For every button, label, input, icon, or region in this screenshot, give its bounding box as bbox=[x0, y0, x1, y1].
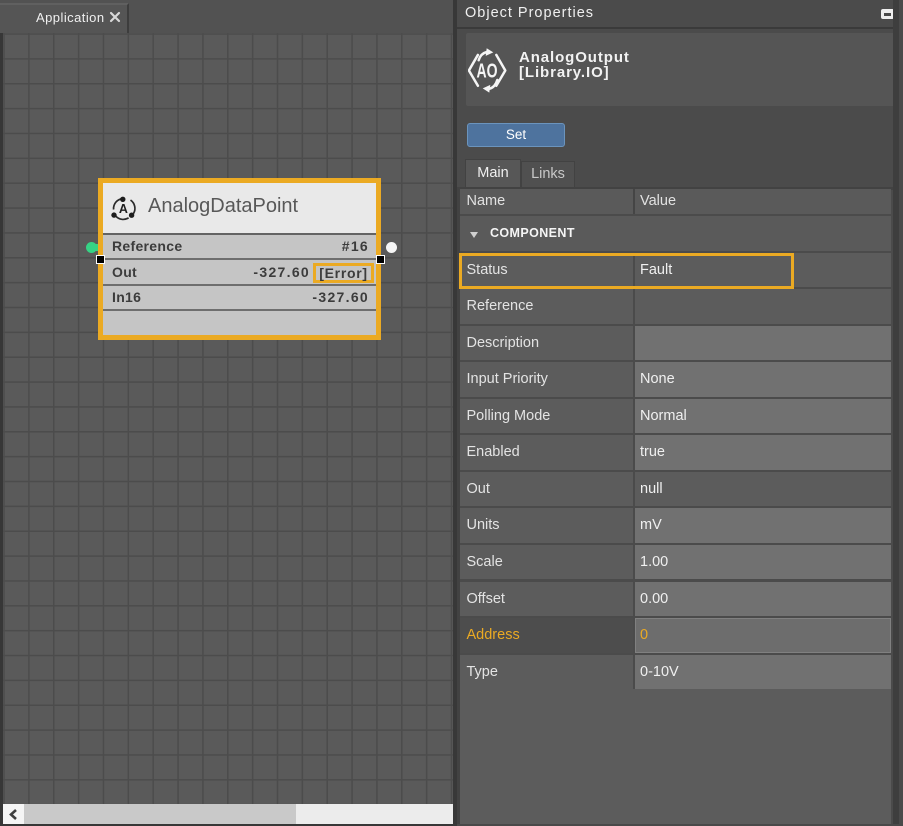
svg-text:AO: AO bbox=[477, 60, 498, 83]
svg-text:A: A bbox=[119, 202, 128, 216]
